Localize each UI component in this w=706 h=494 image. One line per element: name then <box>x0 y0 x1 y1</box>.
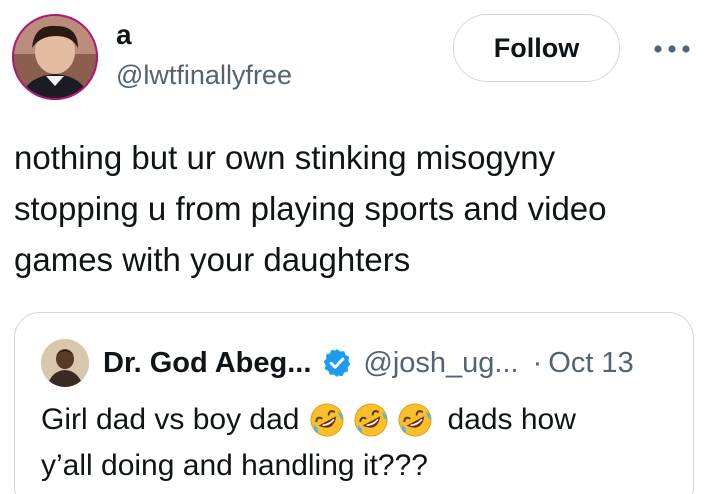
avatar-photo <box>12 14 98 100</box>
quoted-text-start: Girl dad vs boy dad <box>41 403 300 436</box>
quoted-author-name[interactable]: Dr. God Abeg... <box>103 347 311 380</box>
author-display-name[interactable]: a <box>116 18 132 52</box>
author-handle[interactable]: @lwtfinallyfree <box>116 58 292 92</box>
quoted-text-line: y’all doing and handling it??? <box>41 449 428 482</box>
quoted-tweet-header: Dr. God Abeg... @josh_ug... · Oct 13 <box>103 343 634 383</box>
quoted-tweet-card[interactable]: Dr. God Abeg... @josh_ug... · Oct 13 Gir… <box>14 312 694 494</box>
author-avatar[interactable] <box>12 14 98 100</box>
follow-button[interactable]: Follow <box>453 14 620 82</box>
tweet-text-line: nothing but ur own stinking misogyny <box>14 139 556 176</box>
more-options-button[interactable] <box>650 34 694 64</box>
emoji-group <box>307 400 439 440</box>
quoted-avatar-photo <box>41 339 89 387</box>
tweet-text: nothing but ur own stinking misogyny sto… <box>14 132 704 285</box>
tweet-text-line: games with your daughters <box>14 241 411 278</box>
tweet-text-line: stopping u from playing sports and video <box>14 190 607 227</box>
separator-dot: · <box>532 346 543 379</box>
quoted-text-line: Girl dad vs boy dad dads how <box>41 397 681 443</box>
rolling-laughing-emoji-icon <box>395 400 435 440</box>
quoted-tweet-date[interactable]: Oct 13 <box>548 347 633 380</box>
quoted-author-handle[interactable]: @josh_ug... <box>363 347 518 380</box>
more-horizontal-icon <box>654 45 690 53</box>
rolling-laughing-emoji-icon <box>351 400 391 440</box>
quoted-text-end: dads how <box>447 403 576 436</box>
quoted-author-avatar[interactable] <box>41 339 89 387</box>
verified-badge-icon <box>321 347 353 379</box>
rolling-laughing-emoji-icon <box>307 400 347 440</box>
quoted-tweet-text: Girl dad vs boy dad dads how y’all doing… <box>41 397 681 489</box>
